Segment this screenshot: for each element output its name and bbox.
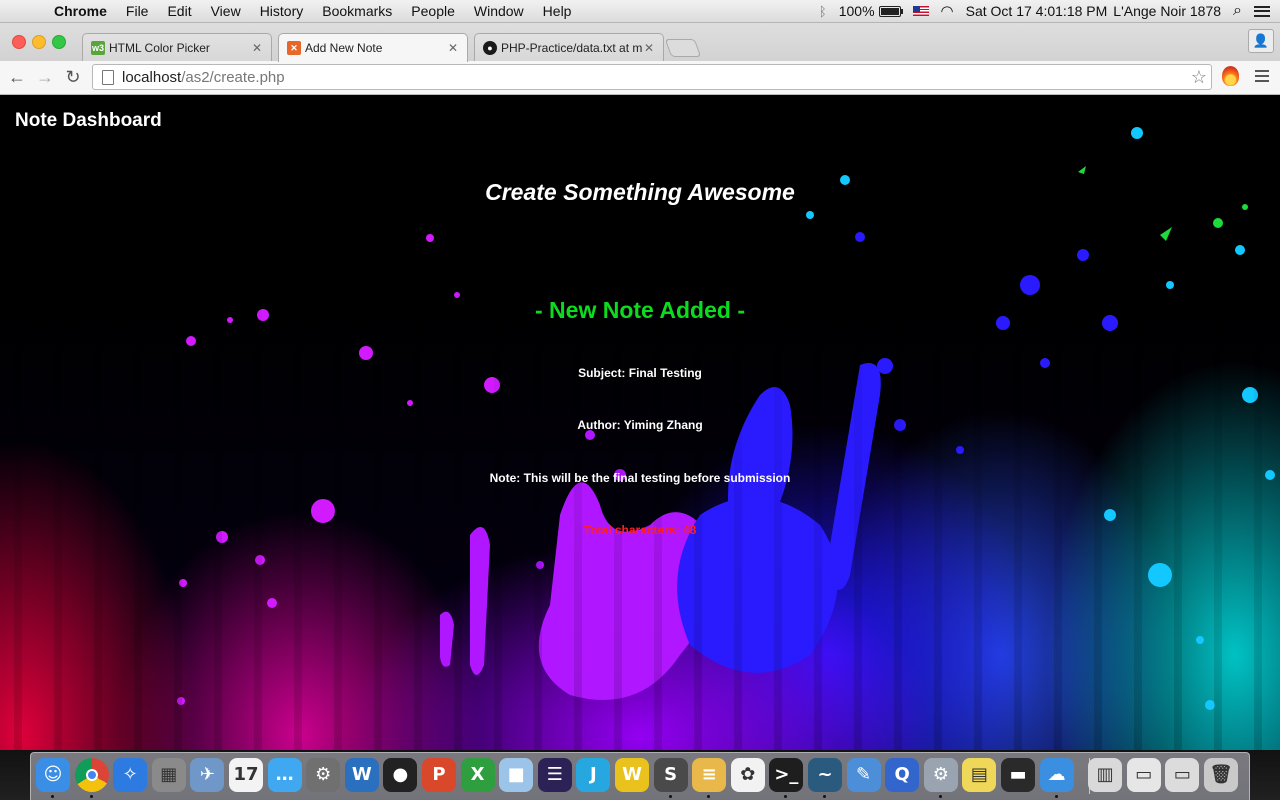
notes-icon[interactable]: ≡ [692, 758, 727, 792]
notification-center-icon[interactable] [1254, 5, 1270, 17]
tab-strip: w3 HTML Color Picker ✕ ✕ Add New Note ✕ … [0, 23, 1280, 62]
quicktime-icon[interactable]: Q [885, 758, 920, 792]
chrome-menu-icon[interactable] [1255, 70, 1269, 82]
window-minimize-button[interactable] [32, 35, 46, 49]
tab-label: PHP-Practice/data.txt at m [501, 40, 643, 55]
chrome-icon[interactable] [74, 758, 109, 792]
new-tab-button[interactable] [664, 39, 702, 57]
github-icon: ● [483, 40, 497, 55]
back-arrow-icon[interactable]: ← [6, 66, 28, 88]
photos-icon[interactable]: ✿ [730, 758, 765, 792]
tab-php-practice[interactable]: ● PHP-Practice/data.txt at m ✕ [474, 33, 664, 61]
preview-icon[interactable]: ✈ [190, 758, 225, 792]
note-dashboard-link[interactable]: Note Dashboard [15, 110, 162, 132]
profile-icon[interactable]: 👤 [1248, 29, 1274, 53]
messages-icon[interactable]: … [267, 758, 302, 792]
archive-icon[interactable]: ▥ [1088, 758, 1123, 792]
tab-close-icon[interactable]: ✕ [251, 41, 263, 55]
running-indicator [668, 795, 672, 798]
page-heading: Create Something Awesome [485, 179, 795, 205]
calculator-icon[interactable]: ▦ [151, 758, 186, 792]
calendar-icon[interactable]: 17 [229, 758, 263, 792]
url-path: /as2/create.php [181, 68, 285, 86]
tab-html-color-picker[interactable]: w3 HTML Color Picker ✕ [82, 33, 272, 61]
downloads-stack-icon[interactable]: ▭ [1126, 758, 1161, 792]
spotlight-search-icon[interactable]: ⌕ [1233, 2, 1242, 20]
menu-bookmarks[interactable]: Bookmarks [322, 3, 392, 19]
address-bar[interactable]: localhost/as2/create.php ☆ [92, 64, 1212, 90]
user-name[interactable]: L'Ange Noir 1878 [1113, 3, 1221, 19]
w3schools-icon: w3 [91, 40, 105, 55]
note-subject: Subject: Final Testing [578, 366, 702, 380]
safari-icon[interactable]: ✧ [113, 758, 148, 792]
page-icon [102, 69, 114, 85]
menu-history[interactable]: History [260, 3, 304, 19]
virtualbox-icon[interactable]: ■ [499, 758, 534, 792]
clock[interactable]: Sat Oct 17 4:01:18 PM [966, 3, 1108, 19]
note-author: Author: Yiming Zhang [577, 418, 703, 432]
url-host: localhost [122, 68, 182, 86]
web-page: Note Dashboard Create Something Awesome … [0, 95, 1280, 750]
battery-icon[interactable] [878, 5, 903, 17]
trash-icon[interactable]: 🗑 [1204, 758, 1238, 792]
tab-close-icon[interactable]: ✕ [447, 41, 459, 55]
stickies-icon[interactable]: ▤ [962, 758, 997, 792]
character-count: Total characters: 48 [583, 523, 697, 537]
window-close-button[interactable] [12, 35, 26, 49]
intellij-icon[interactable]: J [576, 758, 611, 792]
qq-icon[interactable]: ● [383, 758, 418, 792]
status-message: - New Note Added - [535, 297, 745, 323]
menu-app-chrome[interactable]: Chrome [54, 3, 107, 19]
printer-icon[interactable]: ▬ [1001, 758, 1035, 792]
menu-help[interactable]: Help [543, 3, 572, 19]
extension-fire-icon[interactable] [1222, 66, 1239, 86]
powerpoint-icon[interactable]: P [422, 758, 456, 792]
excel-icon[interactable]: X [460, 758, 495, 792]
menu-file[interactable]: File [126, 3, 149, 19]
icloud-icon[interactable]: ☁ [1039, 758, 1074, 792]
documents-stack-icon[interactable]: ▭ [1165, 758, 1200, 792]
finder-icon[interactable]: ☺ [36, 758, 70, 792]
xampp-icon: ✕ [287, 41, 301, 55]
tab-label: Add New Note [305, 41, 383, 55]
reload-icon[interactable]: ↻ [62, 66, 84, 88]
wifi-icon[interactable]: ◠ [941, 2, 954, 20]
browser-toolbar: ← → ↻ localhost/as2/create.php ☆ [0, 61, 1280, 95]
running-indicator [89, 795, 93, 798]
running-indicator [938, 795, 942, 798]
running-indicator [51, 795, 54, 798]
menu-people[interactable]: People [411, 3, 455, 19]
eclipse-icon[interactable]: ☰ [537, 758, 572, 792]
bookmark-star-icon[interactable]: ☆ [1191, 67, 1207, 88]
terminal-icon[interactable]: >_ [769, 758, 804, 792]
battery-percent[interactable]: 100% [839, 3, 875, 19]
word-icon[interactable]: W [344, 758, 379, 792]
system-settings-icon[interactable]: ⚙ [923, 758, 958, 792]
sublime-text-icon[interactable]: S [653, 758, 688, 792]
menu-view[interactable]: View [211, 3, 241, 19]
menu-window[interactable]: Window [474, 3, 524, 19]
mysql-workbench-icon[interactable]: ~ [808, 758, 842, 792]
menu-edit[interactable]: Edit [167, 3, 191, 19]
tab-close-icon[interactable]: ✕ [643, 41, 655, 55]
wamp-icon[interactable]: W [615, 758, 649, 792]
running-indicator [1054, 795, 1058, 798]
input-source-us-flag-icon[interactable] [912, 6, 929, 16]
system-preferences-icon[interactable]: ⚙ [306, 758, 341, 792]
tab-label: HTML Color Picker [109, 40, 210, 55]
note-body: Note: This will be the final testing bef… [489, 471, 791, 485]
running-indicator [823, 795, 826, 798]
forward-arrow-icon[interactable]: → [34, 66, 56, 88]
window-zoom-button[interactable] [52, 35, 66, 49]
tab-add-new-note[interactable]: ✕ Add New Note ✕ [278, 33, 468, 62]
bluetooth-icon[interactable]: ᛒ [819, 4, 827, 19]
menu-bar: Chrome File Edit View History Bookmarks … [0, 0, 1280, 23]
xcode-icon[interactable]: ✎ [846, 758, 881, 792]
